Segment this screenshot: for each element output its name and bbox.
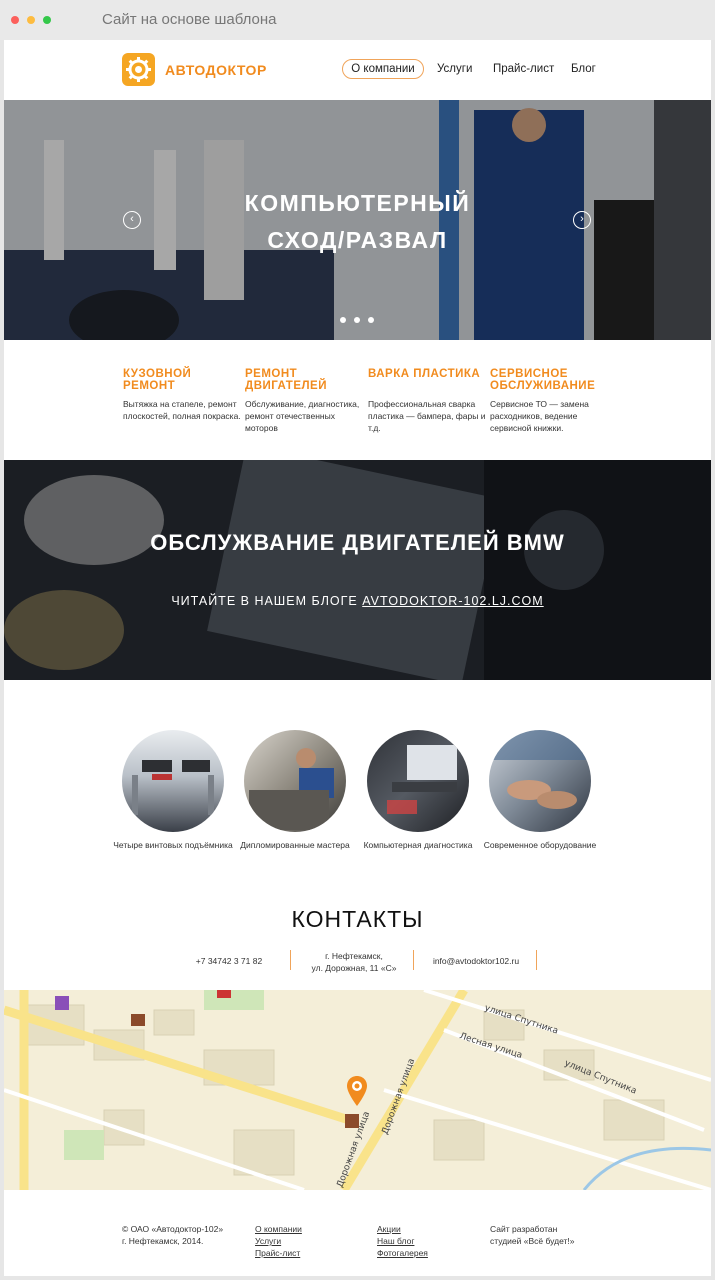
arrow-left-icon[interactable]: ‹ (123, 211, 141, 229)
service-desc: Сервисное ТО — замена расходников, веден… (490, 399, 589, 433)
service-desc: Вытяжка на стапеле, ремонт плоскостей, п… (123, 399, 241, 421)
hands-image (489, 730, 591, 809)
poi-icon[interactable] (345, 1114, 359, 1128)
browser-titlebar: Сайт на основе шаблона (0, 0, 715, 40)
banner-subtitle: ЧИТАЙТЕ В НАШЕМ БЛОГЕ AVTODOKTOR-102.LJ.… (4, 594, 711, 608)
slide-dot-1[interactable] (340, 317, 346, 323)
hero-slider: КОМПЬЮТЕРНЫЙ СХОД/РАЗВАЛ ‹ › (4, 100, 711, 340)
footer-link-promotions[interactable]: Акции (377, 1223, 428, 1235)
contacts-divider (290, 950, 291, 970)
service-title[interactable]: Варка пластика (368, 368, 488, 393)
logo-gear-icon[interactable] (122, 53, 155, 86)
service-title[interactable]: Ремонт двигателей (245, 368, 365, 393)
feature-caption: Четыре винтовых подъёмника (113, 840, 233, 850)
service-title[interactable]: Сервисное обслуживание (490, 368, 610, 393)
hero-title-line1: КОМПЬЮТЕРНЫЙ (244, 190, 471, 216)
window-title: Сайт на основе шаблона (102, 11, 277, 28)
slide-dot-2[interactable] (354, 317, 360, 323)
footer-credit: Сайт разработан студией «Всё будет!» (490, 1223, 575, 1247)
feature-caption: Современное оборудование (483, 840, 597, 850)
feature-equipment: Современное оборудование (480, 730, 600, 851)
contact-address: г. Нефтекамск, ул. Дорожная, 11 «С» (294, 950, 414, 974)
minimize-window-dot[interactable] (27, 16, 35, 24)
hero-title-line2: СХОД/РАЗВАЛ (267, 227, 448, 253)
maximize-window-dot[interactable] (43, 16, 51, 24)
service-body-repair: Кузовной ремонт Вытяжка на стапеле, ремо… (123, 368, 243, 422)
contacts-divider (536, 950, 537, 970)
nav-pricelist[interactable]: Прайс-лист (493, 63, 554, 75)
contact-phone[interactable]: +7 34742 3 71 82 (169, 955, 289, 967)
feature-caption: Дипломированные мастера (240, 840, 350, 850)
nav-blog[interactable]: Блог (571, 63, 596, 75)
map-pin-icon[interactable] (347, 1076, 367, 1111)
arrow-right-icon[interactable]: › (573, 211, 591, 229)
footer-link-services[interactable]: Услуги (255, 1235, 302, 1247)
service-desc: Обслуживание, диагностика, ремонт отечес… (245, 399, 360, 433)
lifts-image (132, 760, 214, 815)
service-engine-repair: Ремонт двигателей Обслуживание, диагност… (245, 368, 365, 434)
address-line1: г. Нефтекамск, (325, 951, 383, 961)
lifts-photo (122, 730, 224, 832)
close-window-dot[interactable] (11, 16, 19, 24)
banner-overlay (4, 460, 711, 680)
equipment-photo (489, 730, 591, 832)
contact-email[interactable]: info@avtodoktor102.ru (416, 955, 536, 967)
mechanic-image (249, 748, 334, 830)
footer-links-2: Акции Наш блог Фотогалерея (377, 1223, 428, 1259)
nav-about[interactable]: О компании (342, 59, 424, 79)
laptop-image (387, 745, 457, 814)
location-map[interactable]: улица Спутника Лесная улица улица Спутни… (4, 990, 711, 1190)
logo-text[interactable]: АВТОДОКТОР (165, 62, 267, 78)
footer-link-pricelist[interactable]: Прайс-лист (255, 1247, 302, 1259)
feature-caption: Компьютерная диагностика (363, 840, 473, 850)
credit-line1: Сайт разработан (490, 1224, 558, 1234)
footer-links-1: О компании Услуги Прайс-лист (255, 1223, 302, 1259)
credit-line2[interactable]: студией «Всё будет!» (490, 1235, 575, 1247)
blog-link[interactable]: AVTODOKTOR-102.LJ.COM (362, 594, 543, 608)
contacts-title: КОНТАКТЫ (291, 906, 424, 932)
nav-services[interactable]: Услуги (437, 63, 472, 75)
poi-icon[interactable] (55, 996, 69, 1010)
feature-diagnostics: Компьютерная диагностика (358, 730, 478, 851)
slide-dot-3[interactable] (368, 317, 374, 323)
footer-link-blog[interactable]: Наш блог (377, 1235, 428, 1247)
masters-photo (244, 730, 346, 832)
diagnostics-photo (367, 730, 469, 832)
feature-lifts: Четыре винтовых подъёмника (113, 730, 233, 851)
copyright-line1: © ОАО «Автодоктор-102» (122, 1224, 224, 1234)
footer-link-gallery[interactable]: Фотогалерея (377, 1247, 428, 1259)
service-maintenance: Сервисное обслуживание Сервисное ТО — за… (490, 368, 610, 434)
hero-overlay (4, 100, 711, 340)
page: АВТОДОКТОР О компании Услуги Прайс-лист … (4, 40, 711, 1276)
banner-subtitle-prefix: ЧИТАЙТЕ В НАШЕМ БЛОГЕ (171, 594, 363, 608)
bmw-banner: ОБСЛУЖВАНИЕ ДВИГАТЕЛЕЙ BMW ЧИТАЙТЕ В НАШ… (4, 460, 711, 680)
contacts-divider (413, 950, 414, 970)
banner-title: ОБСЛУЖВАНИЕ ДВИГАТЕЛЕЙ BMW (150, 530, 565, 555)
footer-link-about[interactable]: О компании (255, 1223, 302, 1235)
feature-masters: Дипломированные мастера (235, 730, 355, 851)
service-desc: Профессиональная сварка пластика — бампе… (368, 399, 486, 433)
poi-icon[interactable] (217, 990, 231, 998)
footer-copyright: © ОАО «Автодоктор-102» г. Нефтекамск, 20… (122, 1223, 223, 1247)
address-line2: ул. Дорожная, 11 «С» (311, 963, 397, 973)
copyright-line2: г. Нефтекамск, 2014. (122, 1236, 204, 1246)
poi-icon[interactable] (131, 1014, 145, 1026)
service-title[interactable]: Кузовной ремонт (123, 368, 243, 393)
service-plastic-welding: Варка пластика Профессиональная сварка п… (368, 368, 488, 434)
